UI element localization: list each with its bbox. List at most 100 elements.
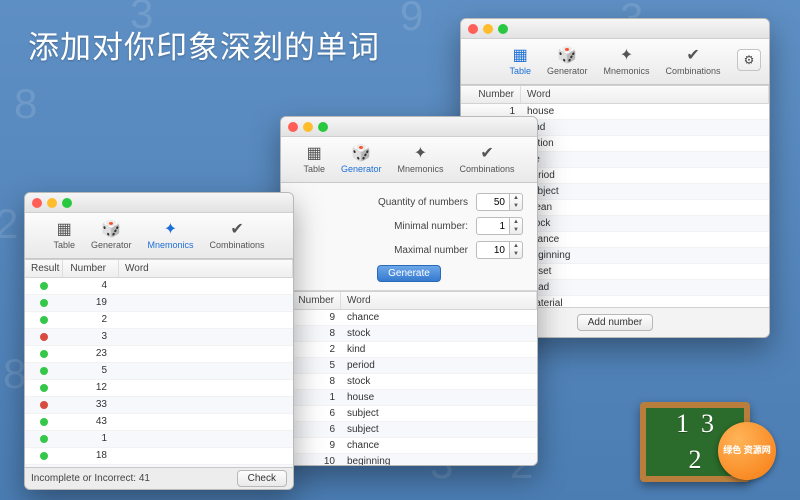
settings-button[interactable]: ⚙ xyxy=(737,49,761,71)
close-icon[interactable] xyxy=(32,198,42,208)
close-icon[interactable] xyxy=(288,122,298,132)
tab-generator[interactable]: 🎲Generator xyxy=(541,45,594,79)
quantity-stepper[interactable]: ▲▼ xyxy=(476,193,523,211)
col-number[interactable]: Number xyxy=(461,86,521,103)
table-row[interactable]: 6subject xyxy=(281,406,537,422)
cell-word: chance xyxy=(341,310,537,325)
minimize-icon[interactable] xyxy=(303,122,313,132)
cell-word: mean xyxy=(521,200,769,215)
cell-word[interactable] xyxy=(119,278,293,294)
cell-word: period xyxy=(341,358,537,373)
cell-number: 2 xyxy=(63,312,119,328)
step-up-icon[interactable]: ▲ xyxy=(510,194,522,202)
window-generator: ▦Table 🎲Generator ✦Mnemonics ✔Combinatio… xyxy=(280,116,538,466)
cell-word: subject xyxy=(341,422,537,437)
table-header: Result Number Word xyxy=(25,260,293,278)
titlebar[interactable] xyxy=(461,19,769,39)
cell-word[interactable] xyxy=(119,329,293,345)
puzzle-icon: ✦ xyxy=(620,48,633,64)
table-row[interactable]: 4 xyxy=(25,278,293,295)
table-row[interactable]: 1 xyxy=(25,431,293,448)
step-down-icon[interactable]: ▼ xyxy=(510,226,522,234)
table-row[interactable]: 23 xyxy=(25,346,293,363)
tab-table[interactable]: ▦Table xyxy=(297,143,331,177)
zoom-icon[interactable] xyxy=(62,198,72,208)
step-up-icon[interactable]: ▲ xyxy=(510,242,522,250)
maximal-stepper[interactable]: ▲▼ xyxy=(476,241,523,259)
mnemonics-body[interactable]: Result Number Word 419232351233431181915… xyxy=(25,259,293,467)
cell-word[interactable] xyxy=(119,448,293,464)
tab-generator[interactable]: 🎲Generator xyxy=(85,219,138,253)
generated-body[interactable]: Number Word 9chance8stock2kind5period8st… xyxy=(281,291,537,465)
tab-table[interactable]: ▦Table xyxy=(47,219,81,253)
col-result[interactable]: Result xyxy=(25,260,63,277)
step-down-icon[interactable]: ▼ xyxy=(510,202,522,210)
minimal-input[interactable] xyxy=(476,217,510,235)
minimal-stepper[interactable]: ▲▼ xyxy=(476,217,523,235)
col-word[interactable]: Word xyxy=(119,260,293,277)
cell-word[interactable] xyxy=(119,295,293,311)
table-row[interactable]: 6subject xyxy=(281,422,537,438)
table-row[interactable]: 2 xyxy=(25,312,293,329)
table-row[interactable]: 5 xyxy=(25,363,293,380)
cell-word[interactable] xyxy=(119,414,293,430)
table-row[interactable]: 2kind xyxy=(281,342,537,358)
table-row[interactable]: 8stock xyxy=(281,326,537,342)
cell-word[interactable] xyxy=(119,397,293,413)
quantity-input[interactable] xyxy=(476,193,510,211)
titlebar[interactable] xyxy=(25,193,293,213)
zoom-icon[interactable] xyxy=(318,122,328,132)
gear-icon: ⚙ xyxy=(744,53,755,67)
cell-word[interactable] xyxy=(119,363,293,379)
table-row[interactable]: 12 xyxy=(25,380,293,397)
dice-icon: 🎲 xyxy=(351,146,371,162)
cell-word[interactable] xyxy=(119,346,293,362)
cell-word[interactable] xyxy=(119,380,293,396)
step-up-icon[interactable]: ▲ xyxy=(510,218,522,226)
tab-mnemonics[interactable]: ✦Mnemonics xyxy=(392,143,450,177)
cell-word[interactable] xyxy=(119,431,293,447)
col-word[interactable]: Word xyxy=(341,292,537,309)
close-icon[interactable] xyxy=(468,24,478,34)
maximal-input[interactable] xyxy=(476,241,510,259)
table-row[interactable]: 18 xyxy=(25,448,293,465)
tab-combinations[interactable]: ✔Combinations xyxy=(660,45,727,79)
add-number-button[interactable]: Add number xyxy=(577,314,653,331)
toolbar: ▦Table 🎲Generator ✦Mnemonics ✔Combinatio… xyxy=(281,137,537,183)
table-row[interactable]: 9chance xyxy=(281,438,537,454)
zoom-icon[interactable] xyxy=(498,24,508,34)
check-button[interactable]: Check xyxy=(237,470,287,487)
minimize-icon[interactable] xyxy=(483,24,493,34)
table-row[interactable]: 10beginning xyxy=(281,454,537,465)
step-down-icon[interactable]: ▼ xyxy=(510,250,522,258)
table-row[interactable]: 43 xyxy=(25,414,293,431)
cell-number: 43 xyxy=(63,414,119,430)
tab-combinations[interactable]: ✔Combinations xyxy=(454,143,521,177)
table-row[interactable]: 3 xyxy=(25,329,293,346)
tab-table[interactable]: ▦Table xyxy=(503,45,537,79)
generate-button[interactable]: Generate xyxy=(377,265,441,282)
min-label: Minimal number: xyxy=(394,221,468,232)
titlebar[interactable] xyxy=(281,117,537,137)
table-row[interactable]: 8stock xyxy=(281,374,537,390)
minimize-icon[interactable] xyxy=(47,198,57,208)
result-dot-icon xyxy=(40,299,48,307)
col-word[interactable]: Word xyxy=(521,86,769,103)
tab-mnemonics[interactable]: ✦Mnemonics xyxy=(142,219,200,253)
table-row[interactable]: 1house xyxy=(281,390,537,406)
cell-word[interactable] xyxy=(119,312,293,328)
table-row[interactable]: 5period xyxy=(281,358,537,374)
cell-word: stock xyxy=(341,326,537,341)
puzzle-icon: ✦ xyxy=(414,146,427,162)
table-header: Number Word xyxy=(461,86,769,104)
tab-combinations[interactable]: ✔Combinations xyxy=(204,219,271,253)
tab-mnemonics[interactable]: ✦Mnemonics xyxy=(598,45,656,79)
tab-generator[interactable]: 🎲Generator xyxy=(335,143,388,177)
cell-number: 19 xyxy=(63,295,119,311)
table-row[interactable]: 19 xyxy=(25,295,293,312)
cell-word: stock xyxy=(521,216,769,231)
cell-word: life xyxy=(521,152,769,167)
table-row[interactable]: 9chance xyxy=(281,310,537,326)
table-row[interactable]: 33 xyxy=(25,397,293,414)
col-number[interactable]: Number xyxy=(63,260,119,277)
